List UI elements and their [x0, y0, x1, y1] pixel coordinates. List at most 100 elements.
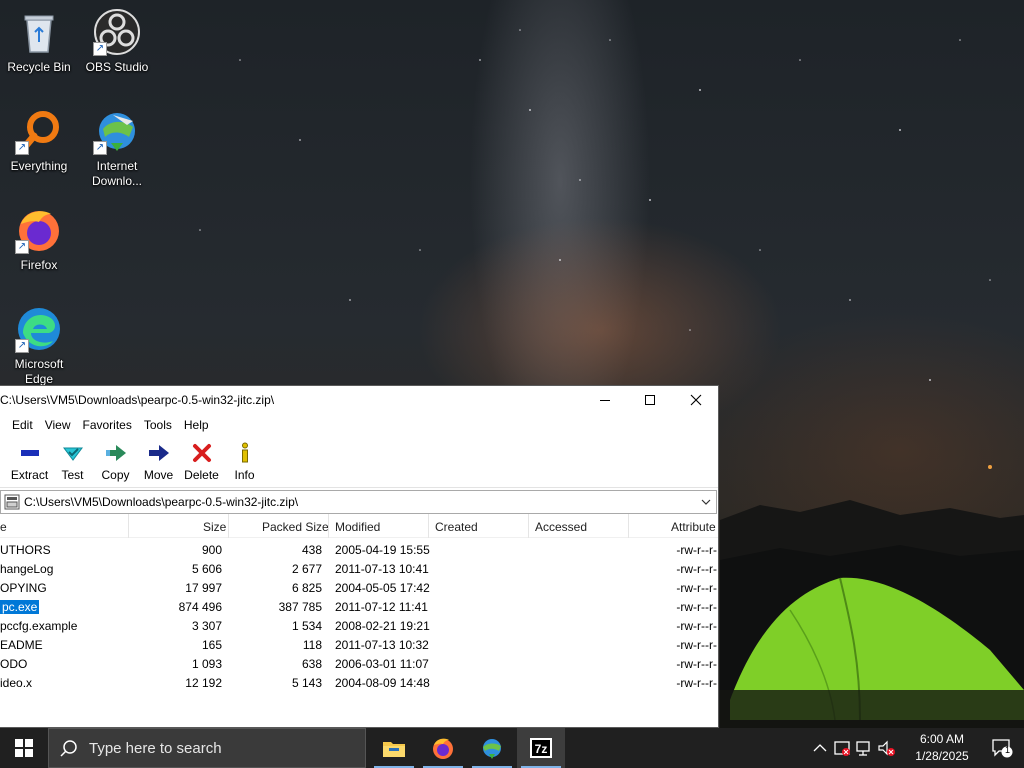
file-row[interactable]: EADME 165 118 2011-07-13 10:32 -rw-r--r- — [0, 635, 718, 654]
test-button[interactable]: Test — [51, 436, 94, 482]
taskbar-app-internet-download-manager[interactable] — [468, 728, 516, 768]
file-modified: 2011-07-13 10:32 — [335, 638, 429, 652]
recycle-bin-icon — [15, 8, 63, 56]
clock-time: 6:00 AM — [919, 732, 965, 746]
taskbar-search-box[interactable]: Type here to search — [48, 728, 366, 768]
file-attributes: -rw-r--r- — [676, 619, 717, 633]
column-header-size[interactable]: Size — [203, 520, 226, 534]
info-label: Info — [234, 468, 255, 482]
menu-tools[interactable]: Tools — [138, 418, 178, 432]
file-row[interactable]: OPYING 17 997 6 825 2004-05-05 17:42 -rw-r--… — [0, 578, 718, 597]
menu-bar: Edit View Favorites Tools Help — [0, 414, 718, 436]
minimize-button[interactable] — [582, 386, 628, 414]
file-row[interactable]: hangeLog 5 606 2 677 2011-07-13 10:41 -rw-r-… — [0, 559, 718, 578]
close-button[interactable] — [673, 386, 718, 414]
file-size: 5 606 — [191, 562, 222, 576]
extract-icon — [18, 442, 42, 464]
column-divider[interactable] — [428, 514, 429, 538]
column-header-name[interactable]: e — [0, 520, 7, 534]
column-header-attributes[interactable]: Attribute — [671, 520, 716, 534]
menu-view[interactable]: View — [39, 418, 77, 432]
file-attributes: -rw-r--r- — [676, 543, 717, 557]
file-modified: 2004-08-09 14:48 — [335, 676, 430, 690]
column-divider[interactable] — [528, 514, 529, 538]
shortcut-arrow-icon: ↗ — [15, 240, 29, 254]
desktop-icon-recycle-bin[interactable]: Recycle Bin — [0, 8, 78, 75]
volume-muted-icon[interactable] — [876, 738, 896, 758]
move-button[interactable]: Move — [137, 436, 180, 482]
delete-button[interactable]: Delete — [180, 436, 223, 482]
file-size: 900 — [201, 543, 222, 557]
file-row[interactable]: pccfg.example 3 307 1 534 2008-02-21 19:21 -… — [0, 616, 718, 635]
notifications-button[interactable]: 1 — [990, 738, 1014, 758]
desktop-icon-internet-download-manager[interactable]: ↗ Internet Downlo... — [78, 107, 156, 189]
start-button[interactable] — [0, 728, 48, 768]
column-divider[interactable] — [628, 514, 629, 538]
minimize-icon — [600, 400, 610, 401]
copy-button[interactable]: Copy — [94, 436, 137, 482]
taskbar-app-7zip[interactable]: 7z — [517, 728, 565, 768]
file-name: OPYING — [0, 581, 47, 595]
desktop-icon-label: Recycle Bin — [7, 60, 71, 74]
file-size: 1 093 — [191, 657, 222, 671]
column-header-packed-size[interactable]: Packed Size — [262, 520, 329, 534]
7zip-icon: 7z — [530, 738, 552, 758]
idm-icon: ↗ — [93, 107, 141, 155]
file-packed-size: 5 143 — [291, 676, 322, 690]
file-name: UTHORS — [0, 543, 51, 557]
chevron-up-icon[interactable] — [810, 738, 830, 758]
column-divider[interactable] — [328, 514, 329, 538]
file-attributes: -rw-r--r- — [676, 562, 717, 576]
window-title: C:\Users\VM5\Downloads\pearpc-0.5-win32-… — [0, 393, 275, 407]
desktop-icon-microsoft-edge[interactable]: ↗ Microsoft Edge — [0, 305, 78, 387]
file-packed-size: 438 — [301, 543, 322, 557]
file-row[interactable]: ideo.x 12 192 5 143 2004-08-09 14:48 -rw-r--… — [0, 673, 718, 692]
menu-favorites[interactable]: Favorites — [76, 418, 137, 432]
window-titlebar[interactable]: C:\Users\VM5\Downloads\pearpc-0.5-win32-… — [0, 386, 718, 414]
file-modified: 2011-07-12 11:41 — [335, 600, 428, 614]
edge-icon: ↗ — [15, 305, 63, 353]
file-list: e Size Packed Size Modified Created Acce… — [0, 514, 718, 727]
test-label: Test — [61, 468, 84, 482]
menu-edit[interactable]: Edit — [6, 418, 39, 432]
file-attributes: -rw-r--r- — [676, 638, 717, 652]
file-row[interactable]: pc.exe 874 496 387 785 2011-07-12 11:41 -rw-… — [0, 597, 718, 616]
maximize-button[interactable] — [627, 386, 673, 414]
column-divider[interactable] — [228, 514, 229, 538]
search-icon — [49, 739, 89, 757]
desktop-icon-firefox[interactable]: ↗ Firefox — [0, 206, 78, 273]
menu-help[interactable]: Help — [178, 418, 215, 432]
desktop-icon-label: Internet Downlo... — [91, 159, 143, 188]
svg-text:7z: 7z — [535, 742, 548, 756]
taskbar-app-firefox[interactable] — [419, 728, 467, 768]
desktop-icon-obs-studio[interactable]: ↗ OBS Studio — [78, 8, 156, 75]
extract-button[interactable]: Extract — [8, 436, 51, 482]
taskbar-app-file-explorer[interactable] — [370, 728, 418, 768]
address-bar[interactable]: C:\Users\VM5\Downloads\pearpc-0.5-win32-… — [0, 490, 717, 514]
file-size: 874 496 — [178, 600, 222, 614]
file-row[interactable]: ODO 1 093 638 2006-03-01 11:07 -rw-r--r- — [0, 654, 718, 673]
maximize-icon — [645, 395, 655, 405]
column-header-modified[interactable]: Modified — [335, 520, 380, 534]
windows-logo-icon — [15, 739, 33, 757]
shortcut-arrow-icon: ↗ — [93, 141, 107, 155]
info-button[interactable]: Info — [223, 436, 266, 482]
7zip-window: C:\Users\VM5\Downloads\pearpc-0.5-win32-… — [0, 385, 719, 728]
chevron-down-icon[interactable] — [700, 495, 712, 509]
network-icon[interactable] — [854, 738, 874, 758]
toolbar: Extract Test Copy Move Delete Info — [0, 436, 718, 488]
shortcut-arrow-icon: ↗ — [93, 42, 107, 56]
taskbar-clock[interactable]: 6:00 AM 1/28/2025 — [907, 731, 977, 765]
column-divider[interactable] — [128, 514, 129, 538]
copy-icon — [104, 442, 128, 464]
file-name: pc.exe — [0, 600, 40, 614]
shortcut-arrow-icon: ↗ — [15, 339, 29, 353]
copy-label: Copy — [101, 468, 130, 482]
extract-label: Extract — [10, 468, 49, 482]
column-header-accessed[interactable]: Accessed — [535, 520, 587, 534]
file-row[interactable]: UTHORS 900 438 2005-04-19 15:55 -rw-r--r- — [0, 540, 718, 559]
desktop-icon-everything[interactable]: ↗ Everything — [0, 107, 78, 174]
file-packed-size: 2 677 — [291, 562, 322, 576]
column-header-created[interactable]: Created — [435, 520, 478, 534]
security-shield-icon[interactable] — [832, 738, 852, 758]
